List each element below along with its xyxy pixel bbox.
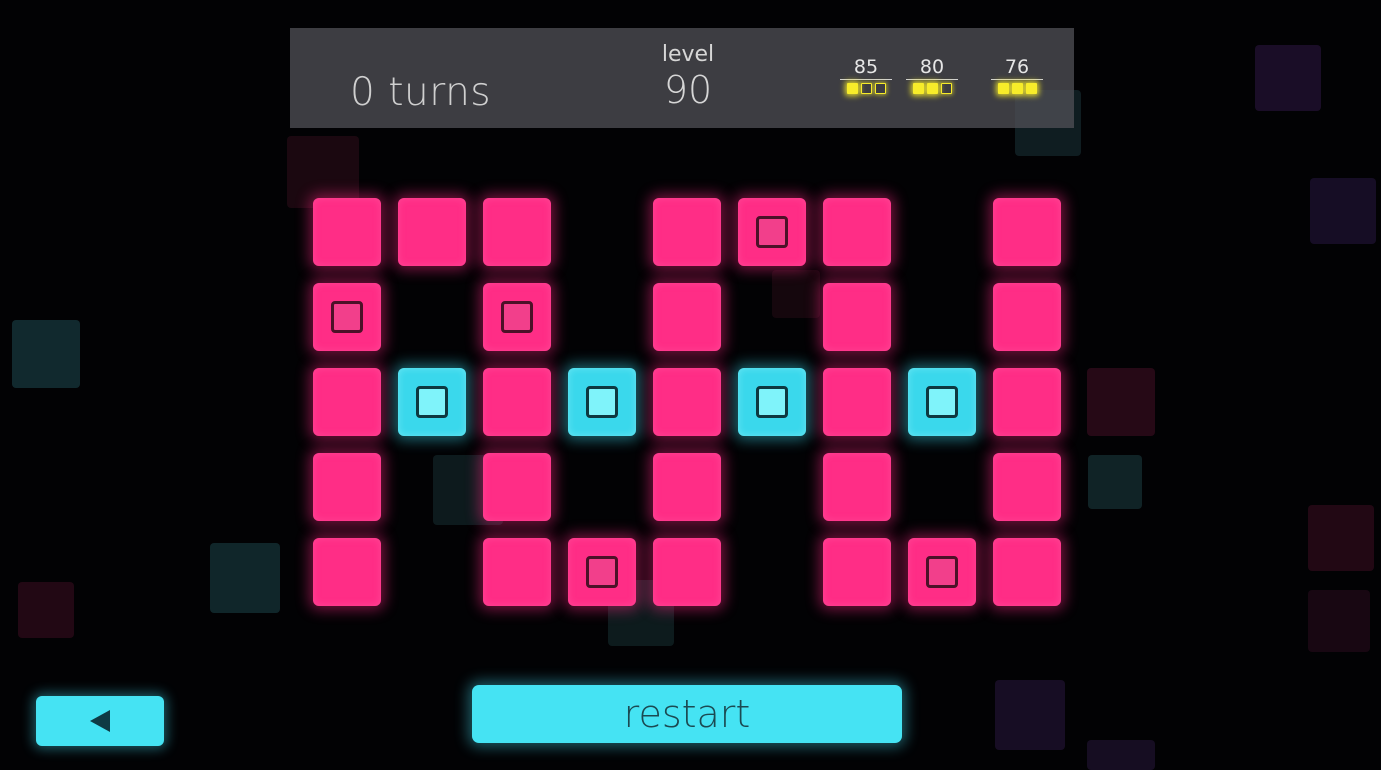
pink-tile[interactable] xyxy=(313,538,381,606)
background-square xyxy=(995,680,1065,750)
cyan-tile[interactable] xyxy=(738,368,806,436)
pink-tile[interactable] xyxy=(823,283,891,351)
background-square xyxy=(12,320,80,388)
square-marker-icon xyxy=(586,386,618,418)
pink-tile[interactable] xyxy=(483,198,551,266)
game-screen: 0 turns level 90 85 80 76 restart xyxy=(0,0,1381,770)
pink-tile[interactable] xyxy=(313,283,381,351)
level-label: level xyxy=(661,42,715,67)
star-filled-icon xyxy=(1025,83,1037,94)
background-square xyxy=(1087,740,1155,770)
goal-turns: 76 xyxy=(1004,56,1030,78)
star-filled-icon xyxy=(997,83,1009,94)
pink-tile[interactable] xyxy=(993,453,1061,521)
pink-tile[interactable] xyxy=(653,283,721,351)
star-pips xyxy=(902,83,962,94)
square-marker-icon xyxy=(926,556,958,588)
background-square xyxy=(1310,178,1376,244)
square-marker-icon xyxy=(586,556,618,588)
background-square xyxy=(772,270,820,318)
pink-tile[interactable] xyxy=(653,198,721,266)
pink-tile[interactable] xyxy=(993,368,1061,436)
pink-tile[interactable] xyxy=(823,453,891,521)
pink-tile[interactable] xyxy=(313,453,381,521)
background-square xyxy=(210,543,280,613)
pink-tile[interactable] xyxy=(738,198,806,266)
star-pips xyxy=(836,83,896,94)
pink-tile[interactable] xyxy=(398,198,466,266)
pink-tile[interactable] xyxy=(653,368,721,436)
square-marker-icon xyxy=(416,386,448,418)
star-empty-icon xyxy=(860,83,872,94)
star-empty-icon xyxy=(940,83,952,94)
background-square xyxy=(18,582,74,638)
pink-tile[interactable] xyxy=(568,538,636,606)
square-marker-icon xyxy=(756,386,788,418)
star-filled-icon xyxy=(1011,83,1023,94)
restart-button[interactable]: restart xyxy=(472,685,902,743)
pink-tile[interactable] xyxy=(653,453,721,521)
goal-turns: 80 xyxy=(919,56,945,78)
star-goal: 80 xyxy=(902,56,962,94)
pink-tile[interactable] xyxy=(993,283,1061,351)
star-filled-icon xyxy=(912,83,924,94)
pink-tile[interactable] xyxy=(653,538,721,606)
square-marker-icon xyxy=(756,216,788,248)
pink-tile[interactable] xyxy=(823,538,891,606)
goal-underline xyxy=(991,79,1043,80)
pink-tile[interactable] xyxy=(483,283,551,351)
pink-tile[interactable] xyxy=(993,538,1061,606)
pink-tile[interactable] xyxy=(993,198,1061,266)
background-square xyxy=(1308,590,1370,652)
hud-bar: 0 turns level 90 85 80 76 xyxy=(290,28,1074,128)
pink-tile[interactable] xyxy=(823,198,891,266)
pink-tile[interactable] xyxy=(483,538,551,606)
star-filled-icon xyxy=(846,83,858,94)
cyan-tile[interactable] xyxy=(398,368,466,436)
level-number: 90 xyxy=(663,68,713,112)
background-square xyxy=(1088,455,1142,509)
square-marker-icon xyxy=(331,301,363,333)
background-square xyxy=(1087,368,1155,436)
cyan-tile[interactable] xyxy=(568,368,636,436)
star-empty-icon xyxy=(874,83,886,94)
star-goal: 85 xyxy=(836,56,896,94)
pink-tile[interactable] xyxy=(823,368,891,436)
star-pips xyxy=(987,83,1047,94)
pink-tile[interactable] xyxy=(908,538,976,606)
back-button[interactable] xyxy=(36,696,164,746)
goal-underline xyxy=(906,79,958,80)
square-marker-icon xyxy=(501,301,533,333)
star-goal: 76 xyxy=(987,56,1047,94)
back-arrow-icon xyxy=(90,710,110,732)
goal-turns: 85 xyxy=(853,56,879,78)
goal-underline xyxy=(840,79,892,80)
background-square xyxy=(1255,45,1321,111)
pink-tile[interactable] xyxy=(313,198,381,266)
turns-counter: 0 turns xyxy=(350,70,492,115)
star-filled-icon xyxy=(926,83,938,94)
pink-tile[interactable] xyxy=(483,453,551,521)
background-square xyxy=(1308,505,1374,571)
pink-tile[interactable] xyxy=(313,368,381,436)
pink-tile[interactable] xyxy=(483,368,551,436)
square-marker-icon xyxy=(926,386,958,418)
cyan-tile[interactable] xyxy=(908,368,976,436)
